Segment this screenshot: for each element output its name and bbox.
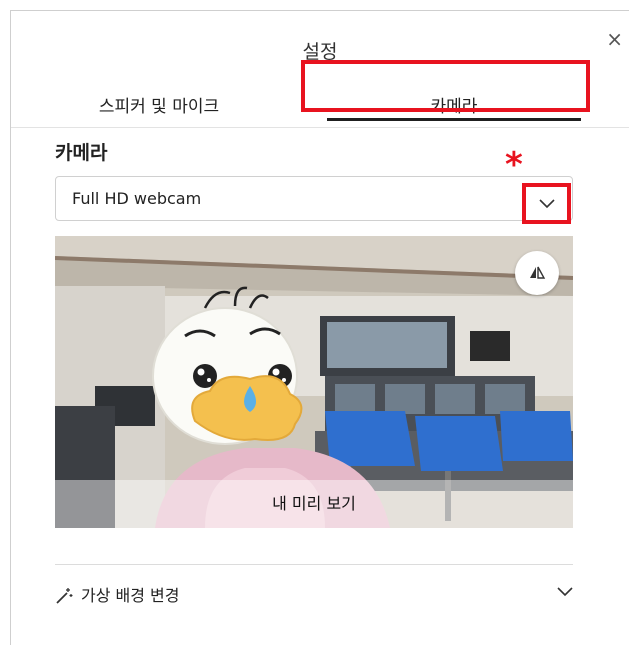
camera-preview: 내 미리 보기 <box>55 236 573 528</box>
preview-label: 내 미리 보기 <box>55 480 573 528</box>
section-divider <box>55 564 573 565</box>
camera-device-select[interactable]: Full HD webcam <box>55 176 573 221</box>
tab-speaker-microphone[interactable]: 스피커 및 마이크 <box>59 87 259 127</box>
virtual-background-row[interactable]: 가상 배경 변경 <box>55 578 573 614</box>
tab-label: 스피커 및 마이크 <box>98 97 220 117</box>
close-button[interactable]: × <box>606 29 623 49</box>
magic-wand-icon <box>56 588 73 604</box>
flip-camera-button[interactable] <box>515 251 559 295</box>
virtual-background-label: 가상 배경 변경 <box>81 586 180 605</box>
camera-dropdown-button[interactable] <box>522 183 571 224</box>
camera-device-value: Full HD webcam <box>72 189 202 208</box>
mirror-flip-icon <box>530 266 546 279</box>
highlight-box-camera-tab <box>301 60 590 112</box>
tab-selected-underline <box>327 118 581 121</box>
chevron-down-icon <box>557 587 573 597</box>
camera-section-label: 카메라 <box>55 142 108 164</box>
chevron-down-icon <box>538 198 555 208</box>
